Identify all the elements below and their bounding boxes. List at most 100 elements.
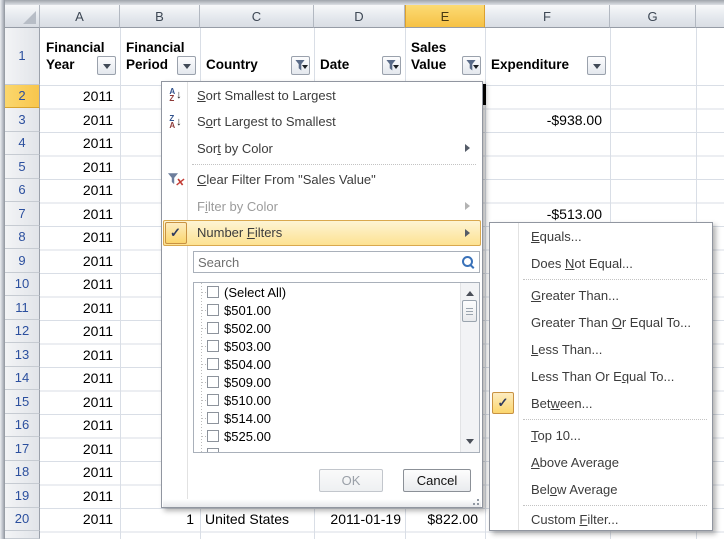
filter-value-item[interactable]: $510.00 (194, 391, 479, 409)
col-header-f[interactable]: F (485, 5, 610, 28)
filter-value-item[interactable]: $525.00 (194, 427, 479, 445)
row-header-10[interactable]: 10 (5, 273, 40, 297)
header-cell-country[interactable]: Country (201, 28, 313, 85)
row-header-12[interactable]: 12 (5, 320, 40, 344)
cell-a15[interactable]: 2011 (40, 390, 119, 414)
filter-value-item[interactable]: $502.00 (194, 319, 479, 337)
row-header-17[interactable]: 17 (5, 437, 40, 461)
checkbox[interactable] (207, 286, 219, 298)
cell-a20[interactable]: 2011 (40, 508, 119, 532)
row-header-5[interactable]: 5 (5, 155, 40, 179)
col-header-d[interactable]: D (314, 5, 405, 28)
col-header-e-selected[interactable]: E (405, 5, 485, 28)
menu-item-sort-smallest-to-largest[interactable]: AZ↓ Sort Smallest to Largest (163, 82, 481, 109)
col-header-a[interactable]: A (40, 5, 120, 28)
cell-a10[interactable]: 2011 (40, 273, 119, 297)
filter-value-item[interactable]: $514.00 (194, 409, 479, 427)
menu-item-number-filters[interactable]: ✓ Number Filters (163, 220, 481, 247)
row-header-1[interactable]: 1 (5, 28, 40, 85)
filter-value-item[interactable]: $504.00 (194, 355, 479, 373)
submenu-item-does-not-equal[interactable]: Does Not Equal... (490, 250, 712, 277)
row-header-6[interactable]: 6 (5, 179, 40, 203)
menu-item-sort-by-color[interactable]: Sort by Color (163, 135, 481, 162)
checkbox[interactable] (207, 394, 219, 406)
cell-a4[interactable]: 2011 (40, 132, 119, 156)
submenu-item-below-average[interactable]: Below Average (490, 476, 712, 503)
cell-a7[interactable]: 2011 (40, 202, 119, 226)
resize-grip[interactable] (477, 503, 479, 505)
cell-a17[interactable]: 2011 (40, 437, 119, 461)
filter-value-item[interactable]: $509.00 (194, 373, 479, 391)
cell-a3[interactable]: 2011 (40, 108, 119, 132)
checkbox[interactable] (207, 340, 219, 352)
checkbox[interactable] (207, 376, 219, 388)
ok-button[interactable]: OK (319, 469, 383, 492)
cancel-button[interactable]: Cancel (403, 469, 471, 492)
row-header-7[interactable]: 7 (5, 202, 40, 226)
select-all-corner[interactable] (5, 5, 40, 28)
cell-c20[interactable]: United States (202, 508, 313, 532)
cell-a2[interactable]: 2011 (40, 85, 119, 109)
header-cell-expenditure[interactable]: Expenditure (486, 28, 609, 85)
submenu-item-less-than-or-equal[interactable]: Less Than Or Equal To... (490, 363, 712, 390)
cell-b20[interactable]: 1 (121, 508, 199, 532)
search-input[interactable] (194, 255, 460, 270)
row-header-18[interactable]: 18 (5, 461, 40, 485)
filter-applied-button[interactable] (382, 56, 401, 75)
row-header-19[interactable]: 19 (5, 484, 40, 508)
row-header-15[interactable]: 15 (5, 390, 40, 414)
submenu-item-above-average[interactable]: Above Average (490, 449, 712, 476)
cell-a9[interactable]: 2011 (40, 249, 119, 273)
filter-value-item[interactable]: $501.00 (194, 301, 479, 319)
submenu-item-equals[interactable]: Equals... (490, 223, 712, 250)
menu-item-clear-filter[interactable]: ✕ Clear Filter From "Sales Value" (163, 167, 481, 194)
submenu-item-greater-than[interactable]: Greater Than... (490, 282, 712, 309)
scrollbar-thumb[interactable] (462, 300, 477, 322)
cell-a19[interactable]: 2011 (40, 484, 119, 508)
row-header-8[interactable]: 8 (5, 226, 40, 250)
row-header-11[interactable]: 11 (5, 296, 40, 320)
submenu-item-custom-filter[interactable]: Custom Filter... (490, 508, 712, 530)
cell-a11[interactable]: 2011 (40, 296, 119, 320)
cell-a14[interactable]: 2011 (40, 367, 119, 391)
row-header-9[interactable]: 9 (5, 249, 40, 273)
filter-value-item[interactable]: (Select All) (194, 283, 479, 301)
cell-e20[interactable]: $822.00 (406, 508, 484, 532)
submenu-item-between[interactable]: ✓ Between... (490, 390, 712, 417)
header-cell-financial-year[interactable]: Financial Year (41, 28, 119, 85)
col-header-c[interactable]: C (200, 5, 314, 28)
filter-dropdown-button[interactable] (177, 56, 196, 75)
cell-a12[interactable]: 2011 (40, 320, 119, 344)
filter-applied-button[interactable] (291, 56, 310, 75)
search-icon[interactable] (460, 254, 476, 270)
checkbox[interactable] (207, 322, 219, 334)
col-header-g[interactable]: G (610, 5, 696, 28)
search-box[interactable] (193, 251, 480, 273)
row-header-3[interactable]: 3 (5, 108, 40, 132)
scroll-up-button[interactable] (461, 283, 479, 300)
row-header-2[interactable]: 2 (5, 85, 40, 109)
submenu-item-greater-than-or-equal[interactable]: Greater Than Or Equal To... (490, 309, 712, 336)
list-scrollbar[interactable] (460, 283, 479, 452)
cell-a16[interactable]: 2011 (40, 414, 119, 438)
row-header-16[interactable]: 16 (5, 414, 40, 438)
filter-applied-button-active[interactable] (462, 56, 481, 75)
checkbox[interactable] (207, 304, 219, 316)
header-cell-financial-period[interactable]: Financial Period (121, 28, 199, 85)
col-header-b[interactable]: B (120, 5, 200, 28)
filter-dropdown-button[interactable] (97, 56, 116, 75)
cell-a18[interactable]: 2011 (40, 461, 119, 485)
cell-f3[interactable]: -$938.00 (486, 108, 609, 132)
checkbox[interactable] (207, 412, 219, 424)
row-header-partial[interactable] (5, 531, 40, 539)
header-cell-sales-value[interactable]: Sales Value (406, 28, 484, 85)
header-cell-date[interactable]: Date (315, 28, 404, 85)
cell-d20[interactable]: 2011-01-19 (315, 508, 403, 532)
filter-value-item[interactable]: $503.00 (194, 337, 479, 355)
cell-a5[interactable]: 2011 (40, 155, 119, 179)
row-header-4[interactable]: 4 (5, 132, 40, 156)
filter-dropdown-button[interactable] (587, 56, 606, 75)
checkbox[interactable] (207, 430, 219, 442)
col-header-partial[interactable] (696, 5, 724, 28)
row-header-14[interactable]: 14 (5, 367, 40, 391)
